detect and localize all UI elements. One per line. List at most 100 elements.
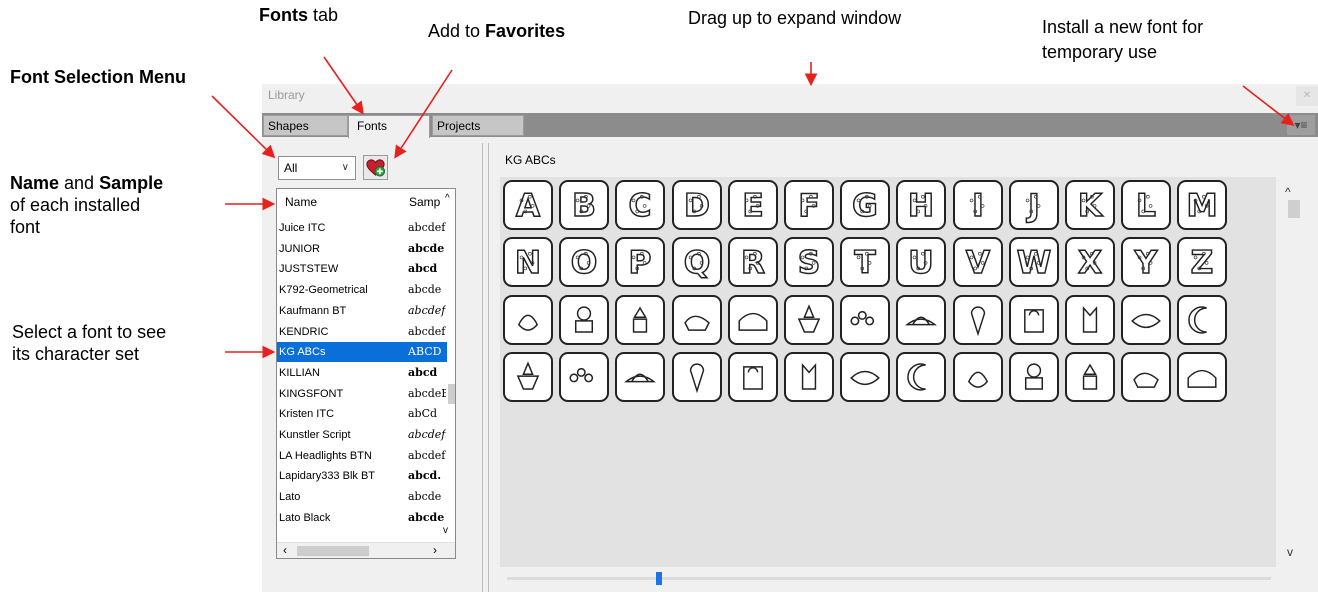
font-sample: abCd — [408, 407, 438, 421]
scroll-right-icon[interactable]: › — [433, 543, 437, 557]
font-list-item[interactable]: KG ABCs ABCD — [277, 342, 447, 363]
zebra-icon[interactable] — [1177, 352, 1228, 402]
glyph-tile[interactable]: B — [559, 180, 610, 230]
scroll-down-icon[interactable]: v — [1287, 545, 1293, 559]
rabbit-icon[interactable] — [727, 352, 778, 402]
glyph-tile[interactable]: N — [503, 237, 553, 287]
zoom-slider-track[interactable] — [507, 577, 1271, 580]
tree-icon[interactable] — [840, 352, 891, 402]
glyph-tile[interactable]: X — [1065, 237, 1115, 287]
font-list-item[interactable]: Lapidary333 Blk BT abcd. — [277, 466, 447, 486]
glyph-tile[interactable]: A — [503, 180, 553, 230]
window-title: Library — [268, 88, 305, 102]
clown-icon[interactable] — [615, 295, 666, 345]
font-list-item[interactable]: KILLIAN abcd — [277, 363, 447, 383]
nut-icon[interactable] — [503, 352, 553, 402]
horizontal-scroll-thumb[interactable] — [297, 546, 369, 556]
elephant-icon[interactable] — [727, 295, 778, 345]
king-icon[interactable] — [1065, 295, 1115, 345]
glyph-tile[interactable]: T — [840, 237, 891, 287]
scroll-up-icon[interactable]: ^ — [445, 193, 450, 204]
tab-projects[interactable]: Projects — [432, 115, 524, 136]
scroll-left-icon[interactable]: ‹ — [283, 543, 287, 557]
chevron-down-icon: ∨ — [341, 162, 349, 173]
glyph-tile[interactable]: E — [727, 180, 778, 230]
font-sample: abcdeBB — [408, 386, 446, 400]
font-list-item[interactable]: LA Headlights BTN abcdefB — [277, 446, 447, 466]
grapes-icon[interactable] — [840, 295, 891, 345]
grid-scrollbar-thumb[interactable] — [1288, 200, 1300, 218]
glyph-tile[interactable]: U — [896, 237, 947, 287]
font-sample: abcd — [408, 365, 438, 379]
acorn-icon[interactable] — [503, 295, 553, 345]
pig-icon[interactable] — [615, 352, 666, 402]
tab-fonts[interactable]: Fonts — [348, 115, 430, 138]
annotation-drag-up: Drag up to expand window — [688, 8, 902, 28]
glyph-tile[interactable]: W — [1008, 237, 1059, 287]
font-list-item[interactable]: Lato abcde — [277, 487, 447, 507]
octopus-icon[interactable] — [559, 352, 610, 402]
glyph-tile[interactable]: D — [671, 180, 722, 230]
glyph-tile[interactable]: V — [952, 237, 1003, 287]
fairy-icon[interactable] — [784, 295, 834, 345]
font-list-item[interactable]: Lato Black abcde — [277, 508, 447, 528]
glyph-tile[interactable]: M — [1177, 180, 1228, 230]
font-list-item[interactable]: Kaufmann BT abcdef — [277, 301, 447, 321]
column-name[interactable]: Name — [285, 195, 317, 209]
font-list-header: Name Samp ^ — [277, 189, 455, 213]
font-list-item[interactable]: KENDRIC abcdef — [277, 322, 447, 342]
add-to-favorites-button[interactable] — [363, 155, 388, 180]
queen-icon[interactable] — [671, 352, 722, 402]
xylophone-icon[interactable] — [1065, 352, 1115, 402]
lips-icon[interactable] — [1121, 295, 1172, 345]
glyph-tile[interactable]: F — [784, 180, 834, 230]
scroll-up-icon[interactable]: ^ — [1285, 185, 1291, 199]
font-list-item[interactable]: JUNIOR abcde — [277, 239, 447, 259]
glyph-tile[interactable]: Y — [1121, 237, 1172, 287]
yak-icon[interactable] — [1121, 352, 1172, 402]
glyph-tile[interactable]: Z — [1177, 237, 1228, 287]
ice-cream-icon[interactable] — [952, 295, 1003, 345]
glyph-tile[interactable]: R — [727, 237, 778, 287]
tab-shapes[interactable]: Shapes — [263, 115, 348, 136]
font-list-item[interactable]: Juice ITC abcdefBC — [277, 218, 447, 238]
close-button[interactable]: ✕ — [1296, 86, 1318, 106]
glyph-tile[interactable]: L — [1121, 180, 1172, 230]
glyph-tile[interactable]: C — [615, 180, 666, 230]
font-list[interactable]: Name Samp ^ Juice ITC abcdefBC JUNIOR abcde… — [276, 188, 456, 559]
glyph-tile[interactable]: S — [784, 237, 834, 287]
font-name: Lapidary333 Blk BT — [279, 470, 375, 483]
glyph-tile[interactable]: Q — [671, 237, 722, 287]
zoom-slider-thumb[interactable] — [656, 572, 662, 585]
column-sample[interactable]: Samp — [409, 195, 440, 209]
list-horizontal-scrollbar[interactable]: ‹ › — [277, 542, 455, 558]
font-list-item[interactable]: Kristen ITC abCd — [277, 404, 447, 424]
glyph-tile[interactable]: H — [896, 180, 947, 230]
glyph-tile[interactable]: P — [615, 237, 666, 287]
glyph-tile[interactable]: G — [840, 180, 891, 230]
glyph-tile[interactable]: I — [952, 180, 1003, 230]
glyph-character: X — [1078, 245, 1102, 281]
list-scrollbar-thumb[interactable] — [448, 384, 455, 404]
hat-icon[interactable] — [896, 295, 947, 345]
dog-icon[interactable] — [671, 295, 722, 345]
font-list-item[interactable]: K792-Geometrical abcde — [277, 280, 447, 300]
font-list-item[interactable]: JUSTSTEW abcd — [277, 259, 447, 279]
violin-icon[interactable] — [952, 352, 1003, 402]
install-font-menu-icon[interactable]: ▾≡ — [1287, 115, 1315, 135]
teddy-bear-icon[interactable] — [559, 295, 610, 345]
character-grid: ABCDEFGH I J KLM NOPQRSTUVWXYZ — [500, 177, 1276, 567]
snowman-icon[interactable] — [784, 352, 834, 402]
font-list-item[interactable]: Kunstler Script abcdefS — [277, 425, 447, 445]
worm-icon[interactable] — [1008, 352, 1059, 402]
glyph-character: I — [972, 188, 984, 224]
glyph-tile[interactable]: J — [1008, 180, 1059, 230]
font-selection-dropdown[interactable]: All ∨ — [278, 156, 356, 180]
unicorn-icon[interactable] — [896, 352, 947, 402]
glyph-tile[interactable]: O — [559, 237, 610, 287]
jack-in-box-icon[interactable] — [1008, 295, 1059, 345]
moon-icon[interactable] — [1177, 295, 1228, 345]
glyph-tile[interactable]: K — [1065, 180, 1115, 230]
scroll-down-icon[interactable]: v — [443, 525, 448, 536]
font-list-item[interactable]: KINGSFONT abcdeBB — [277, 384, 447, 404]
